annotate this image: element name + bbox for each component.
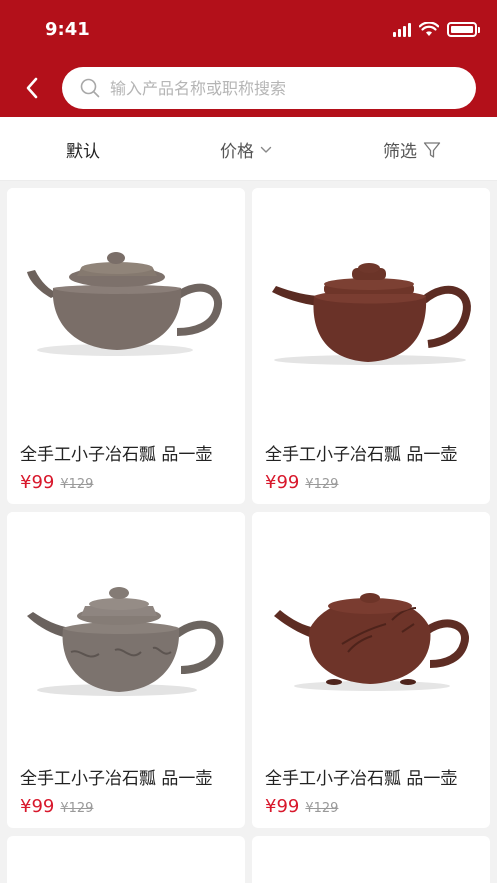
chevron-left-icon [26,77,38,99]
filter-price-label: 价格 [220,142,254,162]
product-title: 全手工小子冶石瓢 品一壶 [265,769,458,789]
product-old-price: ¥129 [305,801,339,816]
product-image [7,188,245,423]
product-title: 全手工小子冶石瓢 品一壶 [20,769,213,789]
signal-icon [393,22,411,37]
filter-default[interactable]: 默认 [66,137,100,162]
battery-icon [447,22,480,37]
status-time: 9:41 [45,19,90,40]
product-card[interactable]: 全手工小子冶石瓢 品一壶 ¥99 ¥129 [252,188,490,504]
product-card[interactable]: 全手工小子冶石瓢 品一壶 ¥99 ¥129 [252,512,490,828]
teapot-image [27,252,223,356]
product-old-price: ¥129 [305,477,339,492]
product-card[interactable]: 全手工小子冶石瓢 品一壶 ¥99 ¥129 [7,512,245,828]
search-icon [80,78,100,98]
filter-filter[interactable]: 筛选 [383,137,441,162]
product-price: ¥99 [20,796,55,817]
price-row: ¥99 ¥129 [265,472,338,493]
wifi-icon [419,22,439,36]
funnel-icon [423,141,441,158]
price-row: ¥99 ¥129 [265,796,338,817]
teapot-image [274,593,469,691]
product-card[interactable]: 全手工小子冶石瓢 品一壶 ¥99 ¥129 [7,188,245,504]
price-row: ¥99 ¥129 [20,472,93,493]
search-input[interactable] [110,78,430,98]
teapot-image [27,587,224,696]
filter-bar: 默认 价格 筛选 [0,117,497,181]
chevron-down-icon [260,146,272,153]
product-price: ¥99 [265,472,300,493]
product-price: ¥99 [265,796,300,817]
product-card[interactable] [252,836,490,883]
price-row: ¥99 ¥129 [20,796,93,817]
filter-filter-label: 筛选 [383,142,417,162]
search-box[interactable] [62,67,476,109]
product-card[interactable] [7,836,245,883]
filter-default-label: 默认 [66,142,100,162]
product-old-price: ¥129 [60,477,94,492]
back-button[interactable] [18,74,46,102]
product-title: 全手工小子冶石瓢 品一壶 [20,445,213,465]
product-old-price: ¥129 [60,801,94,816]
product-title: 全手工小子冶石瓢 品一壶 [265,445,458,465]
product-image [252,188,490,423]
product-image [7,512,245,747]
teapot-image [272,263,471,365]
filter-price[interactable]: 价格 [220,137,272,162]
product-image [252,512,490,747]
app-header: 9:41 [0,0,497,117]
product-price: ¥99 [20,472,55,493]
status-icons [393,22,480,37]
